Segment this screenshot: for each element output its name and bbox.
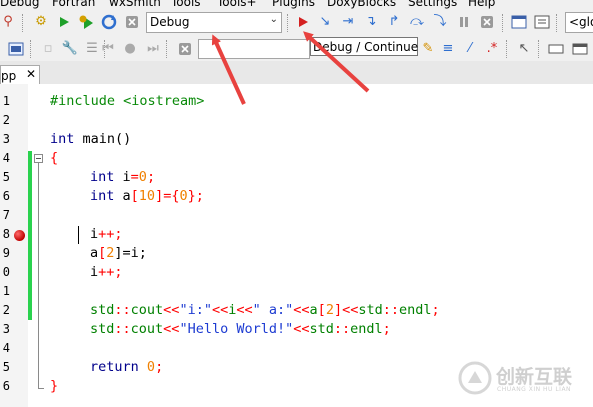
brand-watermark-text: 创新互联 xyxy=(496,366,573,388)
annotation-arrows xyxy=(211,31,370,105)
brand-watermark: 创新互联 CHUANG XIN HU LIAN xyxy=(458,360,588,396)
arrow-to-build-target xyxy=(211,34,246,105)
brand-watermark-subtext: CHUANG XIN HU LIAN xyxy=(497,386,572,393)
brand-logo-icon xyxy=(458,361,492,395)
arrow-to-debug-continue xyxy=(303,31,370,93)
